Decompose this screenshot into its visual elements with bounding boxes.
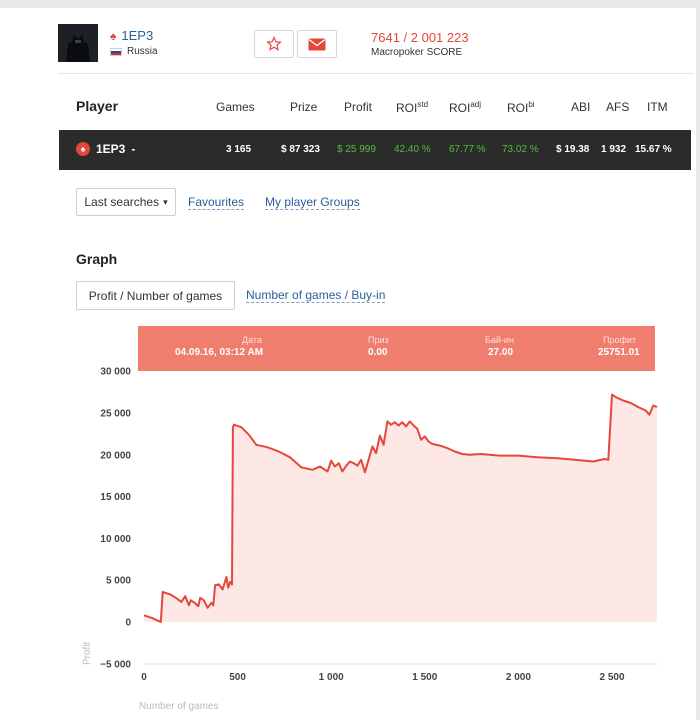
x-axis-ticks: 0 500 1 000 1 500 2 000 2 500 bbox=[141, 672, 625, 683]
y-tick-label: −5 000 bbox=[100, 659, 131, 670]
y-tick-label: 30 000 bbox=[100, 367, 131, 378]
y-tick-label: 25 000 bbox=[100, 409, 131, 420]
x-tick-label: 1 000 bbox=[319, 672, 344, 683]
y-tick-label: 15 000 bbox=[100, 492, 131, 503]
y-tick-label: 5 000 bbox=[106, 576, 131, 587]
tooltip-profit-value: 25751.01 bbox=[598, 347, 640, 358]
x-tick-label: 0 bbox=[141, 672, 147, 683]
y-axis-ticks: 30 000 25 000 20 000 15 000 10 000 5 000 0 −5 0… bbox=[100, 367, 131, 671]
y-tick-label: 10 000 bbox=[100, 534, 131, 545]
x-axis-label: Number of games bbox=[139, 701, 218, 712]
tooltip-buyin-value: 27.00 bbox=[488, 347, 514, 358]
x-tick-label: 500 bbox=[229, 672, 246, 683]
x-tick-label: 1 500 bbox=[412, 672, 437, 683]
y-tick-label: 20 000 bbox=[100, 450, 131, 461]
tooltip-prize-value: 0.00 bbox=[368, 347, 388, 358]
tooltip-date-label: Дата bbox=[242, 335, 262, 345]
y-tick-label: 0 bbox=[125, 618, 131, 629]
tooltip-date-value: 04.09.16, 03:12 AM bbox=[175, 347, 264, 358]
tooltip-buyin-label: Бай-ин bbox=[485, 335, 514, 345]
chart-tooltip: Дата 04.09.16, 03:12 AM Приз 0.00 Бай-ин… bbox=[138, 326, 655, 371]
x-tick-label: 2 500 bbox=[599, 672, 624, 683]
y-axis-label: Profit bbox=[82, 641, 93, 665]
x-tick-label: 2 000 bbox=[506, 672, 531, 683]
tooltip-prize-label: Приз bbox=[368, 335, 389, 345]
tooltip-profit-label: Профит bbox=[603, 335, 637, 345]
